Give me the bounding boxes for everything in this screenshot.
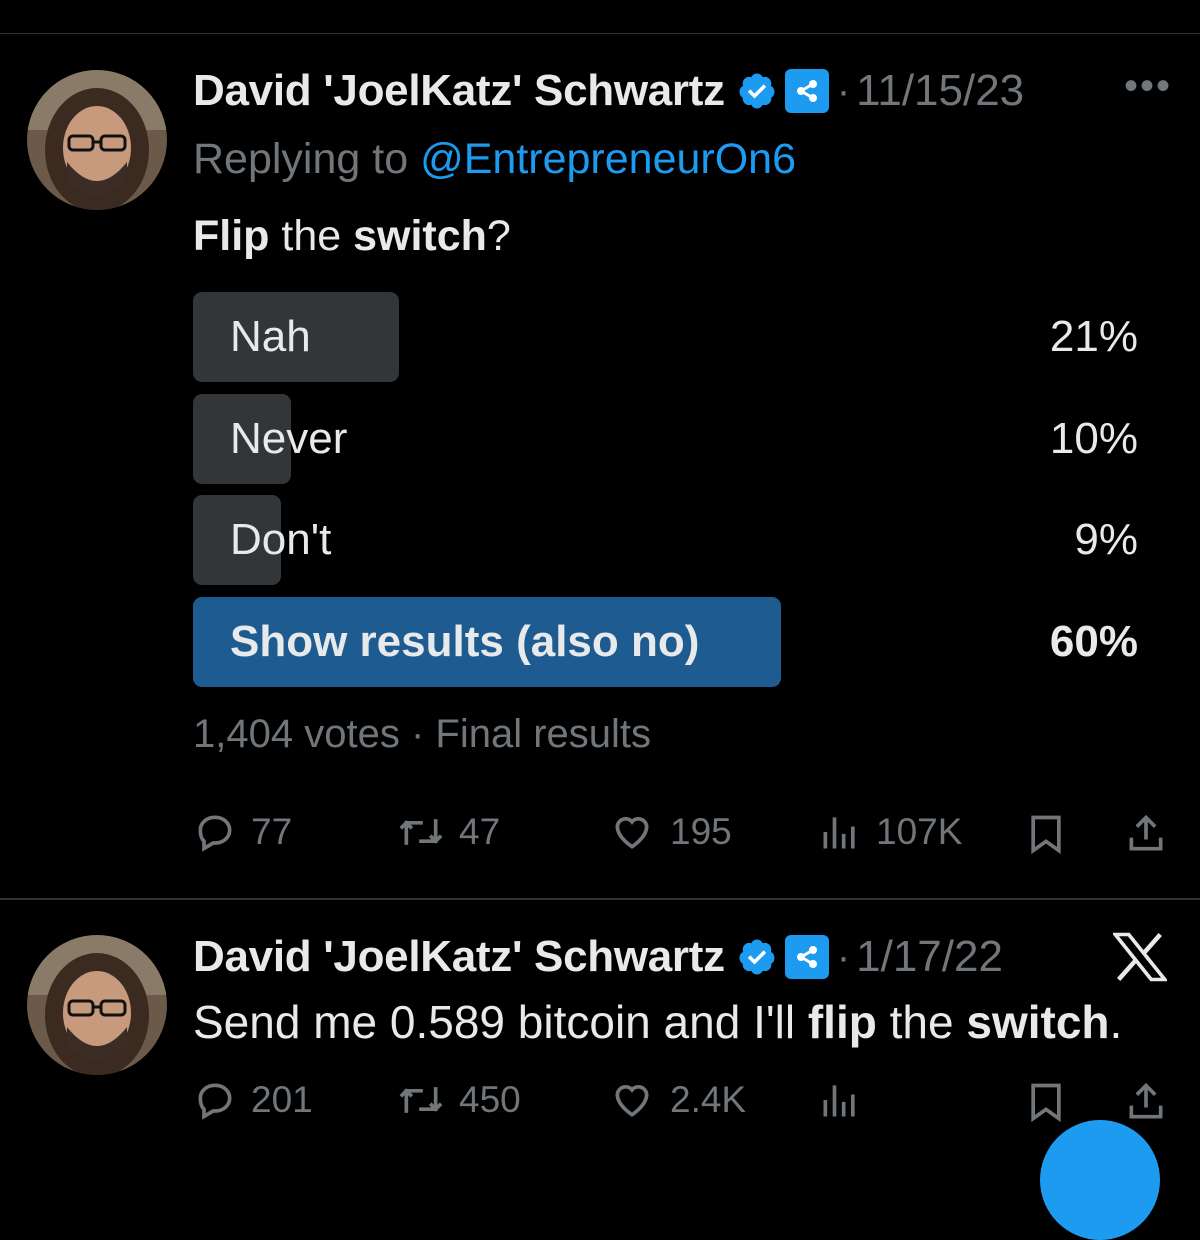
tweet-date[interactable]: 1/17/22 [856, 932, 1003, 982]
x-logo-icon [1113, 932, 1167, 982]
heart-icon [615, 1085, 649, 1117]
repost-button[interactable]: 47 [397, 810, 500, 854]
poll-status: Final results [435, 712, 652, 756]
tweet-header: David 'JoelKatz' Schwartz · 1/17/22 [193, 932, 1003, 982]
reply-context: Replying to @EntrepreneurOn6 [193, 135, 796, 184]
poll-option-winner: Show results (also no) 60% [193, 597, 1138, 687]
poll-meta: 1,404 votes · Final results [193, 712, 651, 757]
more-options-icon[interactable]: ••• [1124, 66, 1172, 106]
poll-votes: 1,404 votes [193, 712, 400, 756]
poll-option: Never 10% [193, 394, 1138, 484]
text-bold: Flip [193, 212, 270, 260]
like-count: 195 [670, 811, 732, 852]
author-name[interactable]: David 'JoelKatz' Schwartz [193, 66, 725, 116]
avatar-image [27, 70, 167, 210]
poll-option-label: Show results (also no) [230, 617, 700, 666]
bookmark-icon [1031, 1083, 1061, 1123]
bookmark-button[interactable] [1024, 1078, 1068, 1126]
reply-handle[interactable]: @EntrepreneurOn6 [420, 135, 796, 183]
reply-button[interactable]: 77 [193, 810, 292, 854]
poll-option-label: Don't [230, 515, 332, 564]
text-plain: . [1109, 996, 1123, 1048]
text-bold: flip [807, 996, 877, 1048]
tweet-header: David 'JoelKatz' Schwartz · 11/15/23 [193, 66, 1024, 116]
like-button[interactable]: 2.4K [608, 1078, 746, 1122]
reply-icon [198, 815, 232, 852]
poll-option-percent: 9% [1074, 515, 1138, 564]
text-plain: ? [486, 212, 511, 260]
reply-count: 201 [251, 1079, 313, 1120]
text-plain: the [269, 212, 354, 260]
poll-option-label: Nah [230, 312, 311, 361]
repost-button[interactable]: 450 [397, 1078, 521, 1122]
views-button[interactable] [818, 1078, 862, 1122]
avatar-image [27, 935, 167, 1075]
bookmark-icon [1031, 815, 1061, 855]
ripple-logo-icon[interactable] [784, 69, 829, 113]
repost-icon [399, 819, 443, 845]
share-icon [1129, 1082, 1163, 1119]
tweet-date[interactable]: 11/15/23 [856, 66, 1024, 116]
tweet-text: Flip the switch? [193, 212, 511, 261]
text-plain: the [876, 996, 967, 1048]
poll-option-percent: 10% [1049, 414, 1138, 463]
like-count: 2.4K [670, 1079, 747, 1120]
views-icon [823, 1085, 855, 1117]
author-name[interactable]: David 'JoelKatz' Schwartz [193, 932, 725, 982]
views-count: 107K [876, 811, 963, 852]
meta-separator: · [410, 712, 425, 756]
header-separator: · [836, 934, 851, 979]
poll-option: Nah 21% [193, 292, 1138, 382]
poll-option-percent: 21% [1049, 312, 1138, 361]
author-avatar[interactable] [27, 935, 167, 1075]
views-icon [823, 817, 855, 849]
reply-icon [198, 1083, 232, 1120]
views-button[interactable]: 107K [818, 810, 962, 854]
poll-option-label: Never [230, 414, 348, 463]
share-icon [1129, 814, 1163, 851]
like-button[interactable]: 195 [608, 810, 732, 854]
text-bold: switch [353, 212, 487, 260]
top-divider [0, 33, 1200, 34]
tweet-text: Send me 0.589 bitcoin and I'll flip the … [193, 995, 1122, 1049]
repost-icon [399, 1087, 443, 1113]
verified-badge-icon[interactable] [737, 71, 777, 111]
author-avatar[interactable] [27, 70, 167, 210]
ripple-logo-icon[interactable] [784, 935, 829, 979]
repost-count: 47 [459, 811, 501, 852]
header-separator: · [836, 68, 851, 113]
repost-count: 450 [459, 1079, 521, 1120]
reply-button[interactable]: 201 [193, 1078, 313, 1122]
text-bold: switch [966, 996, 1110, 1048]
heart-icon [615, 817, 649, 849]
compose-button[interactable] [1040, 1120, 1160, 1240]
text-plain: Send me 0.589 bitcoin and I'll [193, 996, 808, 1048]
verified-badge-icon[interactable] [737, 937, 777, 977]
poll-option-percent: 60% [1049, 617, 1138, 666]
reply-count: 77 [251, 811, 293, 852]
tweet-divider [0, 898, 1200, 900]
share-button[interactable] [1124, 1078, 1168, 1126]
share-button[interactable] [1124, 810, 1168, 858]
bookmark-button[interactable] [1024, 810, 1068, 858]
poll-option: Don't 9% [193, 495, 1138, 585]
reply-prefix: Replying to [193, 135, 409, 183]
